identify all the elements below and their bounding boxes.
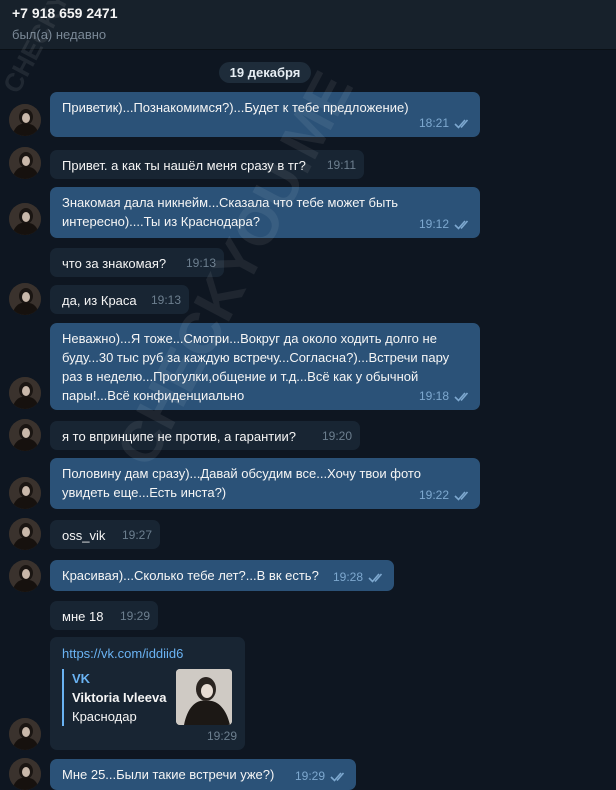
message-time: 19:20	[321, 429, 352, 443]
message-text: Неважно)...Я тоже...Смотри...Вокруг да о…	[62, 331, 453, 403]
message-meta: 19:22	[419, 486, 472, 505]
avatar[interactable]	[9, 758, 41, 790]
message-meta: 19:27	[122, 526, 152, 545]
message-meta: 19:29	[295, 767, 348, 786]
preview-text: VK Viktoria Ivleeva Краснодар	[72, 669, 166, 726]
preview-source: VK	[72, 671, 91, 686]
message-meta: 19:18	[419, 387, 472, 406]
message-time: 19:12	[418, 217, 449, 231]
message-meta: 19:11	[327, 156, 356, 175]
avatar[interactable]	[9, 203, 41, 235]
double-check-icon	[368, 573, 383, 583]
message-meta: 19:29	[207, 727, 237, 746]
contact-status: был(а) недавно	[12, 27, 107, 42]
message-bubble[interactable]: Привет. а как ты нашёл меня сразу в тг? …	[50, 150, 364, 179]
message-text: Знакомая дала никнейм...Сказала что тебе…	[62, 195, 402, 229]
double-check-icon	[454, 491, 469, 501]
contact-phone: +7 918 659 2471	[12, 5, 118, 21]
preview-name: Viktoria Ivleeva	[72, 690, 167, 705]
message-meta: 19:29	[120, 607, 150, 626]
message-time: 19:28	[332, 570, 363, 584]
message-time: 19:29	[206, 729, 237, 743]
message-time: 19:18	[418, 389, 449, 403]
message-time: 19:29	[119, 609, 150, 623]
avatar[interactable]	[9, 477, 41, 509]
preview-thumbnail	[176, 669, 233, 725]
message-meta: 19:12	[419, 215, 472, 234]
message-time: 19:11	[326, 158, 356, 172]
message-bubble[interactable]: я то впринципе не против, а гарантии? 19…	[50, 421, 360, 450]
message-text: Половину дам сразу)...Давай обсудим все.…	[62, 466, 425, 500]
avatar[interactable]	[9, 283, 41, 315]
message-link[interactable]: https://vk.com/iddiid6	[62, 644, 235, 663]
message-bubble[interactable]: Знакомая дала никнейм...Сказала что тебе…	[50, 187, 480, 238]
message-bubble[interactable]: Приветик)...Познакомимся?)...Будет к теб…	[50, 92, 480, 137]
message-text: я то впринципе не против, а гарантии?	[62, 429, 296, 444]
double-check-icon	[454, 220, 469, 230]
avatar[interactable]	[9, 518, 41, 550]
message-bubble[interactable]: Красивая)...Сколько тебе лет?...В вк ест…	[50, 560, 394, 591]
message-bubble[interactable]: Половину дам сразу)...Давай обсудим все.…	[50, 458, 480, 509]
avatar[interactable]	[9, 560, 41, 592]
link-message-bubble[interactable]: https://vk.com/iddiid6 VK Viktoria Ivlee…	[50, 637, 245, 750]
message-time: 19:29	[294, 769, 325, 783]
message-time: 18:21	[418, 116, 449, 130]
avatar[interactable]	[9, 377, 41, 409]
message-bubble[interactable]: да, из Краса 19:13	[50, 285, 189, 314]
double-check-icon	[330, 772, 345, 782]
message-bubble[interactable]: Неважно)...Я тоже...Смотри...Вокруг да о…	[50, 323, 480, 410]
avatar[interactable]	[9, 419, 41, 451]
message-time: 19:22	[418, 488, 449, 502]
message-time: 19:13	[185, 256, 216, 270]
chat-window: +7 918 659 2471 был(а) недавно 19 декабр…	[0, 0, 616, 790]
message-time: 19:27	[121, 528, 152, 542]
message-bubble[interactable]: что за знакомая? 19:13	[50, 248, 224, 277]
message-meta: 19:28	[333, 568, 386, 587]
date-separator: 19 декабря	[219, 62, 311, 83]
message-meta: 19:13	[151, 291, 181, 310]
message-text: Привет. а как ты нашёл меня сразу в тг?	[62, 158, 306, 173]
message-meta: 19:13	[186, 254, 216, 273]
avatar[interactable]	[9, 718, 41, 750]
message-time: 19:13	[150, 293, 181, 307]
message-bubble[interactable]: мне 18 19:29	[50, 601, 158, 630]
avatar[interactable]	[9, 147, 41, 179]
double-check-icon	[454, 392, 469, 402]
avatar[interactable]	[9, 104, 41, 136]
link-preview[interactable]: VK Viktoria Ivleeva Краснодар	[62, 669, 235, 726]
message-bubble[interactable]: oss_vik 19:27	[50, 520, 160, 549]
message-meta: 19:20	[322, 427, 352, 446]
message-text: Приветик)...Познакомимся?)...Будет к теб…	[62, 100, 409, 115]
message-bubble[interactable]: Мне 25...Были такие встречи уже?) 19:29	[50, 759, 356, 790]
double-check-icon	[454, 119, 469, 129]
preview-city: Краснодар	[72, 709, 137, 724]
message-meta: 18:21	[419, 114, 472, 133]
chat-header[interactable]: +7 918 659 2471 был(а) недавно	[0, 0, 616, 50]
